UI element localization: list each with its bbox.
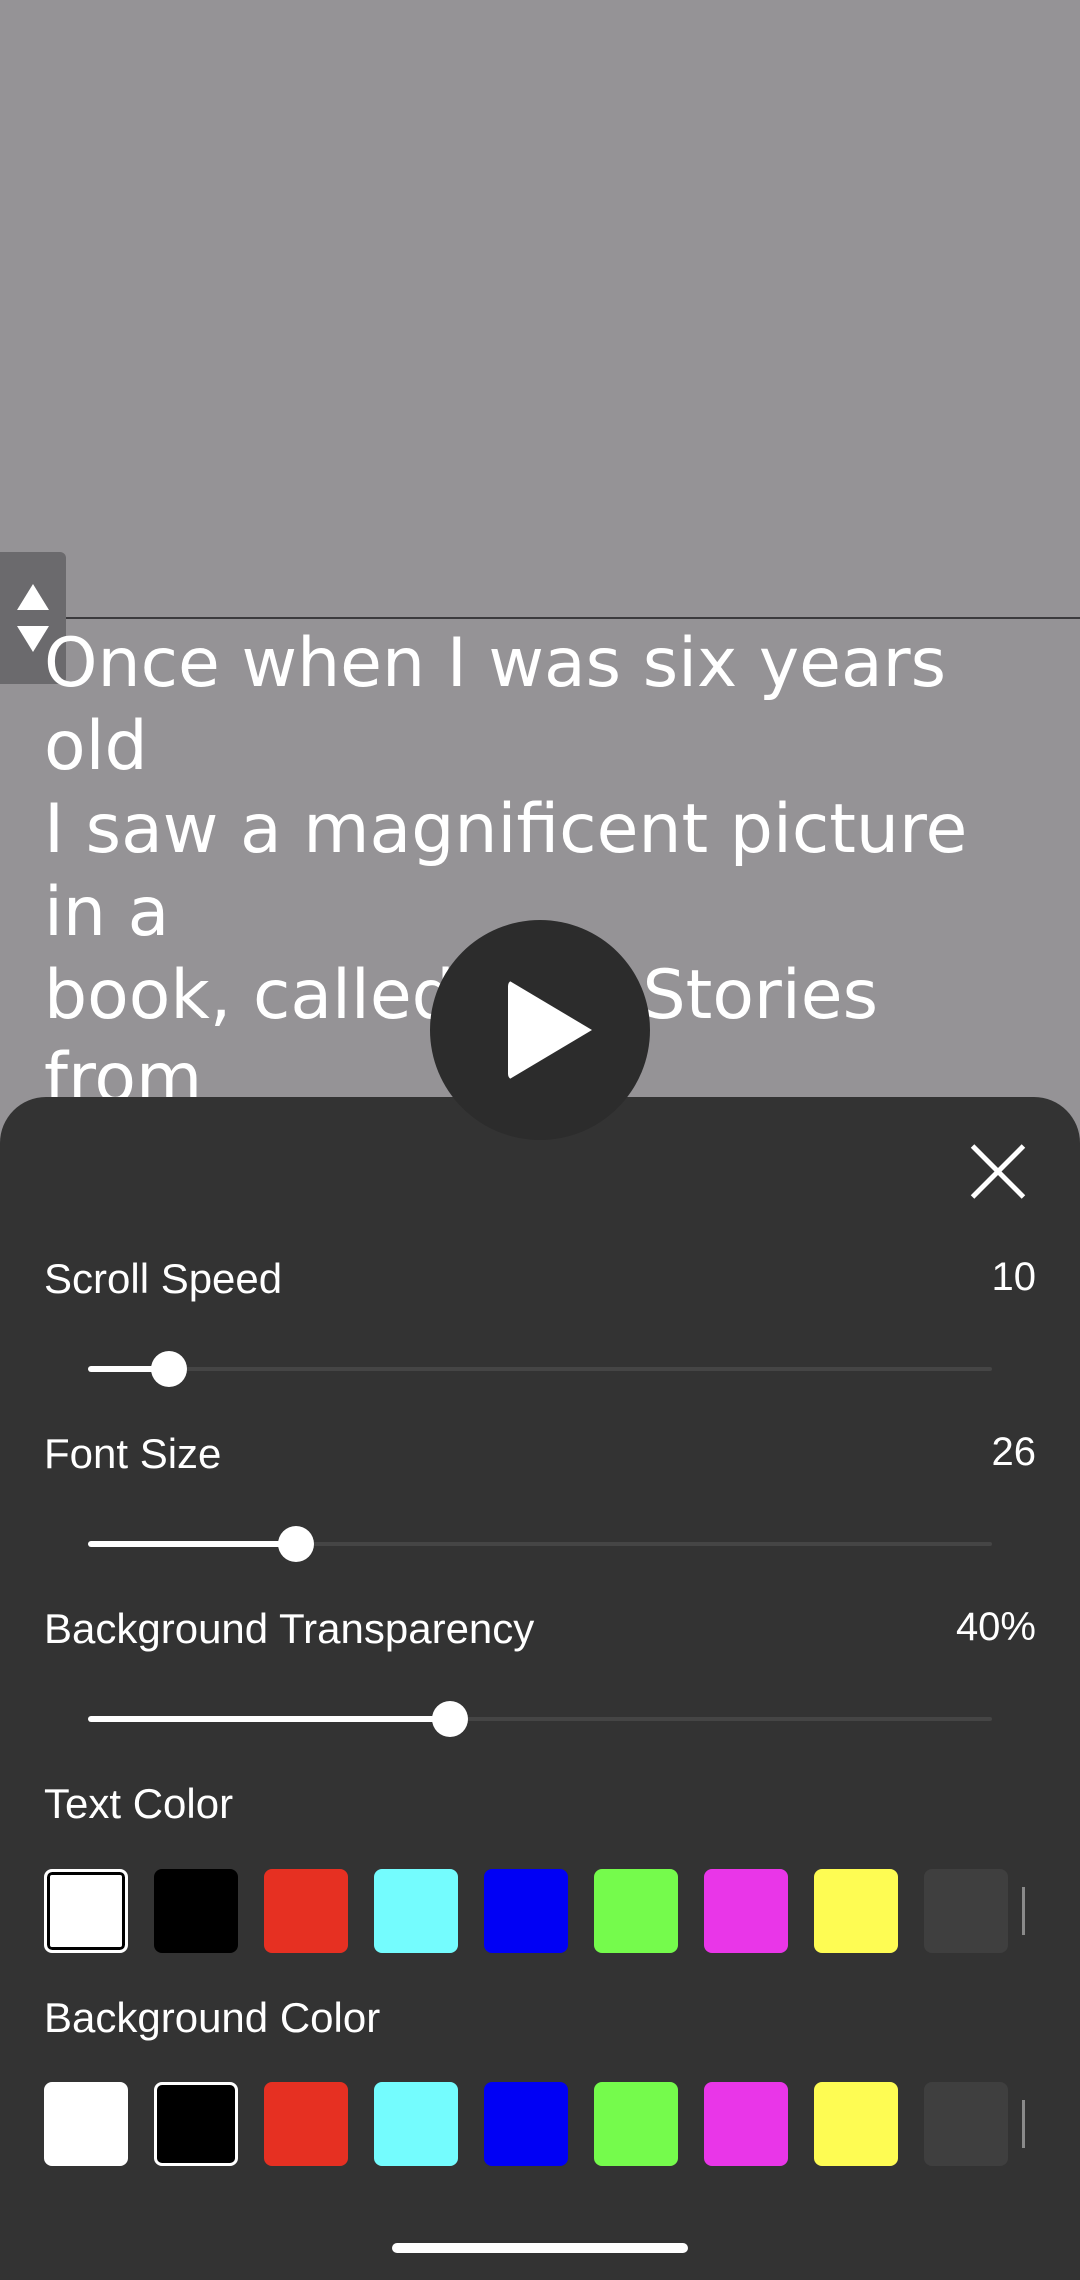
color-swatch[interactable] (264, 1869, 348, 1953)
color-swatch[interactable] (924, 2082, 1008, 2166)
scroll-speed-value: 10 (991, 1255, 1037, 1299)
close-icon[interactable] (962, 1135, 1034, 1207)
slider-thumb[interactable] (277, 1526, 314, 1562)
scroll-speed-slider[interactable] (88, 1349, 992, 1389)
color-swatch[interactable] (814, 2082, 898, 2166)
color-swatch[interactable] (154, 2082, 238, 2166)
color-swatch[interactable] (484, 2082, 568, 2166)
settings-sheet: Scroll Speed 10 Font Size 26 Background … (0, 1097, 1080, 2280)
slider-thumb[interactable] (151, 1351, 188, 1387)
font-size-value: 26 (991, 1430, 1037, 1474)
reading-guide-line (0, 617, 1080, 619)
color-swatch[interactable] (924, 1869, 1008, 1953)
more-swatches-edge (1022, 2100, 1025, 2148)
font-size-slider[interactable] (88, 1524, 992, 1564)
background-color-swatches (44, 2082, 1080, 2166)
color-swatch[interactable] (704, 2082, 788, 2166)
play-button[interactable] (430, 920, 650, 1140)
slider-fill (88, 1541, 296, 1547)
background-color-label: Background Color (44, 1994, 381, 2041)
play-icon (508, 980, 592, 1080)
color-swatch[interactable] (154, 1869, 238, 1953)
more-swatches-edge (1022, 1887, 1025, 1935)
slider-fill (88, 1716, 450, 1722)
color-swatch[interactable] (44, 1869, 128, 1953)
color-swatch[interactable] (44, 2082, 128, 2166)
color-swatch[interactable] (374, 2082, 458, 2166)
slider-track (88, 1367, 992, 1371)
scroll-speed-label: Scroll Speed (44, 1255, 283, 1302)
background-transparency-label: Background Transparency (44, 1605, 535, 1652)
color-swatch[interactable] (594, 2082, 678, 2166)
slider-thumb[interactable] (431, 1701, 468, 1737)
text-color-swatches (44, 1869, 1080, 1953)
background-transparency-slider[interactable] (88, 1699, 992, 1739)
arrow-up-icon (17, 584, 49, 610)
color-swatch[interactable] (484, 1869, 568, 1953)
color-swatch[interactable] (374, 1869, 458, 1953)
color-swatch[interactable] (264, 2082, 348, 2166)
font-size-label: Font Size (44, 1430, 222, 1477)
home-indicator (392, 2243, 688, 2253)
background-transparency-value: 40% (955, 1605, 1036, 1649)
text-color-label: Text Color (44, 1780, 234, 1827)
color-swatch[interactable] (704, 1869, 788, 1953)
color-swatch[interactable] (594, 1869, 678, 1953)
color-swatch[interactable] (814, 1869, 898, 1953)
